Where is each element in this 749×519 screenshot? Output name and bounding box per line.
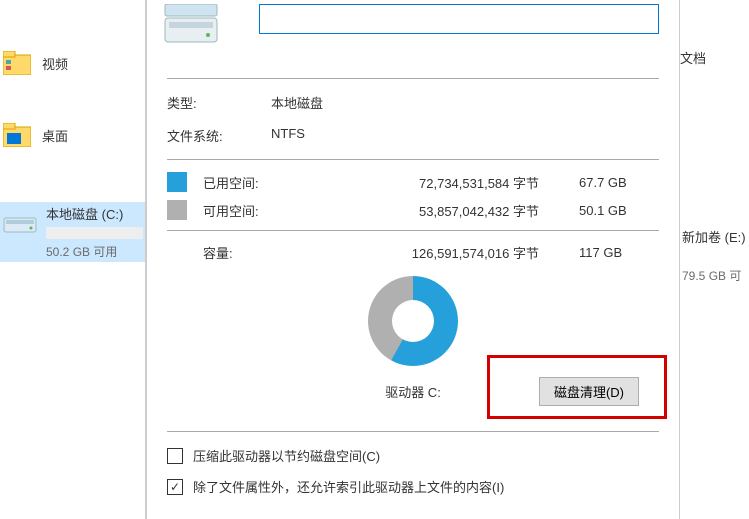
drive-label: 本地磁盘 (C:) bbox=[46, 204, 143, 223]
nav-item-videos[interactable]: 视频 bbox=[0, 44, 145, 82]
drive-free-text: 50.2 GB 可用 bbox=[46, 243, 143, 260]
drive-icon-large bbox=[163, 4, 219, 60]
drive-icon bbox=[2, 210, 38, 236]
drive-free-text: 79.5 GB 可 bbox=[680, 267, 749, 284]
compress-checkbox[interactable] bbox=[167, 448, 183, 464]
disk-cleanup-button[interactable]: 磁盘清理(D) bbox=[539, 377, 639, 406]
compress-label: 压缩此驱动器以节约磁盘空间(C) bbox=[193, 446, 380, 465]
usage-donut-chart bbox=[368, 276, 458, 366]
filesystem-label: 文件系统: bbox=[167, 126, 271, 145]
nav-item-label: 文档 bbox=[680, 51, 706, 66]
type-value: 本地磁盘 bbox=[271, 93, 323, 112]
index-label: 除了文件属性外，还允许索引此驱动器上文件的内容(I) bbox=[193, 477, 504, 496]
nav-item-desktop[interactable]: 桌面 bbox=[0, 116, 145, 154]
explorer-left-nav: 视频 桌面 本地磁盘 (C:) 50.2 GB 可用 bbox=[0, 0, 146, 519]
drive-letter-label: 驱动器 C: bbox=[385, 382, 441, 401]
nav-item-label: 桌面 bbox=[42, 126, 68, 145]
capacity-label: 容量: bbox=[167, 243, 279, 262]
free-space-label: 可用空间: bbox=[203, 201, 279, 220]
nav-item-drive-c[interactable]: 本地磁盘 (C:) 50.2 GB 可用 bbox=[0, 202, 145, 262]
free-space-swatch bbox=[167, 200, 187, 220]
nav-item-drive-e[interactable]: 新加卷 (E:) 79.5 GB 可 bbox=[680, 227, 749, 284]
used-space-label: 已用空间: bbox=[203, 173, 279, 192]
capacity-gb: 117 GB bbox=[579, 245, 659, 260]
free-space-bytes: 53,857,042,432 字节 bbox=[279, 201, 579, 220]
index-checkbox[interactable] bbox=[167, 479, 183, 495]
drive-usage-bar bbox=[46, 227, 143, 239]
explorer-right-clip: 文档 新加卷 (E:) 79.5 GB 可 bbox=[680, 0, 749, 519]
drive-label: 新加卷 (E:) bbox=[680, 227, 749, 246]
capacity-bytes: 126,591,574,016 字节 bbox=[279, 243, 579, 262]
nav-item-documents[interactable]: 文档 bbox=[680, 44, 749, 71]
drive-name-input[interactable] bbox=[259, 4, 659, 34]
desktop-folder-icon bbox=[2, 120, 32, 150]
free-space-gb: 50.1 GB bbox=[579, 203, 659, 218]
drive-properties-dialog: 类型: 本地磁盘 文件系统: NTFS 已用空间: 72,734,531,584… bbox=[146, 0, 680, 519]
filesystem-value: NTFS bbox=[271, 126, 305, 145]
used-space-gb: 67.7 GB bbox=[579, 175, 659, 190]
used-space-bytes: 72,734,531,584 字节 bbox=[279, 173, 579, 192]
type-label: 类型: bbox=[167, 93, 271, 112]
nav-item-label: 视频 bbox=[42, 54, 68, 73]
used-space-swatch bbox=[167, 172, 187, 192]
video-folder-icon bbox=[2, 48, 32, 78]
